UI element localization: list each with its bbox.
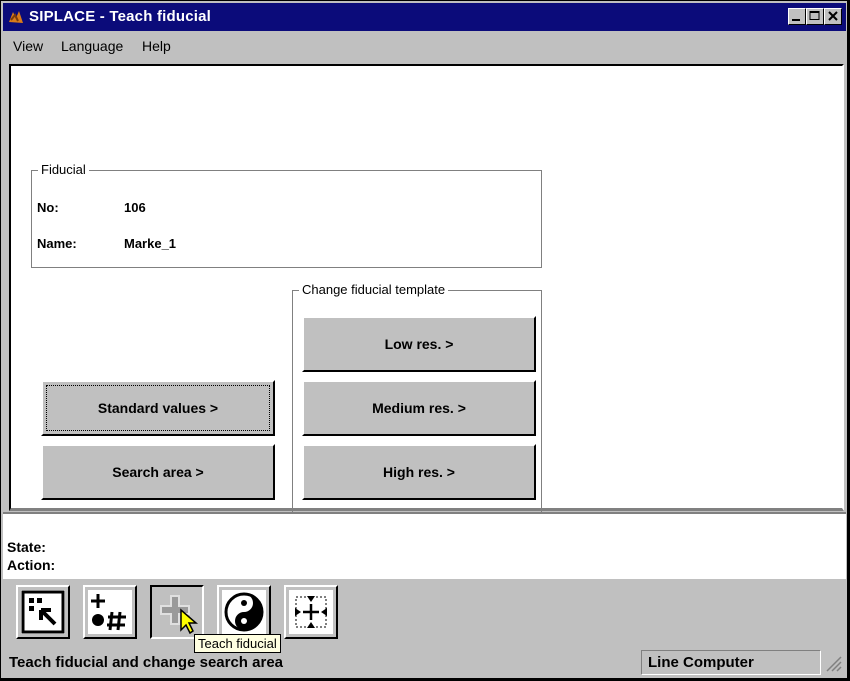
- center-tool-button[interactable]: [284, 585, 338, 639]
- teach-fiducial-tool-button[interactable]: [150, 585, 204, 639]
- add-fiducial-tool-button[interactable]: [83, 585, 137, 639]
- status-panel-line-computer: Line Computer: [641, 650, 821, 675]
- contrast-tool-button[interactable]: [217, 585, 271, 639]
- close-button[interactable]: [824, 8, 842, 25]
- maximize-button[interactable]: [806, 8, 824, 25]
- fiducial-name-label: Name:: [37, 236, 77, 251]
- app-icon: [7, 8, 25, 26]
- main-panel: Fiducial No: 106 Name: Marke_1 Change fi…: [9, 64, 844, 512]
- state-label: State:: [7, 539, 46, 555]
- low-res-button[interactable]: Low res. >: [302, 316, 536, 372]
- title-bar[interactable]: SIPLACE - Teach fiducial: [3, 3, 846, 31]
- template-group: Change fiducial template Low res. > Medi…: [292, 282, 542, 512]
- center-arrows-icon: [289, 590, 333, 634]
- plus-dot-hash-icon: [88, 590, 132, 634]
- select-pointer-icon: [21, 590, 65, 634]
- fiducial-no-value: 106: [124, 200, 146, 215]
- fiducial-group-label: Fiducial: [38, 162, 89, 177]
- menu-bar: View Language Help: [3, 32, 846, 60]
- tooltip: Teach fiducial: [194, 634, 281, 653]
- high-res-button[interactable]: High res. >: [302, 444, 536, 500]
- menu-help[interactable]: Help: [142, 38, 171, 54]
- select-tool-button[interactable]: [16, 585, 70, 639]
- fiducial-no-label: No:: [37, 200, 59, 215]
- standard-values-button[interactable]: Standard values >: [41, 380, 275, 436]
- minimize-icon: [792, 19, 800, 21]
- fiducial-group: Fiducial No: 106 Name: Marke_1: [31, 162, 542, 268]
- action-label: Action:: [7, 557, 56, 573]
- fiducial-name-value: Marke_1: [124, 236, 177, 251]
- info-area: State: Action:: [3, 512, 846, 580]
- menu-view[interactable]: View: [13, 38, 43, 54]
- toolbar: [3, 579, 846, 647]
- window-title: SIPLACE - Teach fiducial: [29, 8, 212, 25]
- yin-yang-icon: [222, 590, 266, 634]
- resize-grip-icon[interactable]: [823, 653, 843, 673]
- template-group-label: Change fiducial template: [299, 282, 449, 297]
- minimize-button[interactable]: [788, 8, 806, 25]
- search-area-button[interactable]: Search area >: [41, 444, 275, 500]
- close-icon: [828, 11, 838, 21]
- main-window: SIPLACE - Teach fiducial View Language H…: [0, 0, 848, 679]
- menu-language[interactable]: Language: [61, 38, 123, 54]
- status-message: Teach fiducial and change search area: [9, 654, 283, 671]
- teach-fiducial-icon: [155, 590, 199, 635]
- status-line-computer: Line Computer: [648, 654, 754, 671]
- maximize-icon: [809, 11, 820, 20]
- medium-res-button[interactable]: Medium res. >: [302, 380, 536, 436]
